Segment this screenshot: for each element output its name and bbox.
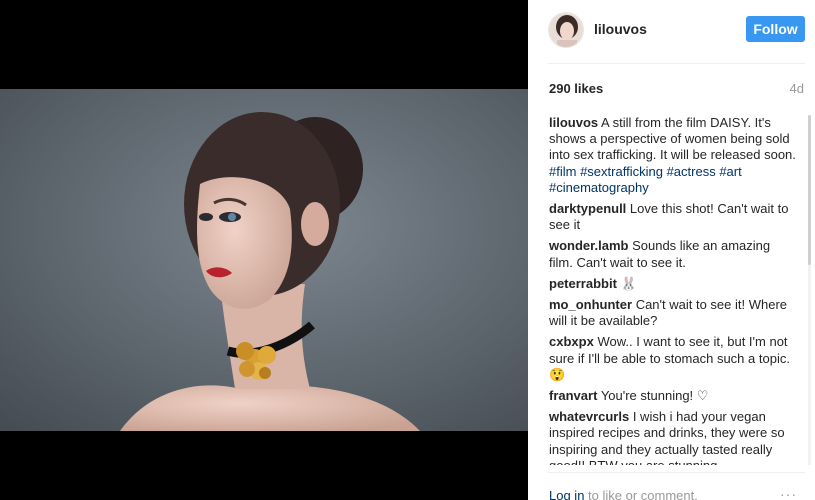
caption: lilouvos A still from the film DAISY. It… (549, 115, 797, 196)
likes-count[interactable]: 290 likes (549, 81, 603, 96)
post-username[interactable]: lilouvos (594, 21, 647, 37)
comment-username[interactable]: cxbxpx (549, 334, 594, 349)
comment-username[interactable]: franvart (549, 388, 597, 403)
portrait-image (0, 89, 528, 431)
login-link[interactable]: Log in (549, 488, 584, 500)
follow-button[interactable]: Follow (746, 16, 805, 42)
login-prompt: Log in to like or comment. (549, 488, 698, 500)
list-item: darktypenull Love this shot! Can't wait … (549, 201, 797, 233)
list-item: franvart You're stunning! ♡ (549, 388, 797, 404)
list-item: mo_onhunter Can't wait to see it! Where … (549, 297, 797, 329)
hashtag[interactable]: #art (719, 164, 741, 179)
avatar[interactable] (548, 12, 584, 48)
avatar-image (549, 13, 583, 47)
divider (548, 472, 805, 473)
divider (548, 63, 805, 64)
more-options-icon[interactable]: ··· (780, 486, 797, 500)
hashtag[interactable]: #cinematography (549, 180, 649, 195)
comment-text: 🐰 (620, 275, 637, 291)
post-age[interactable]: 4d (790, 81, 804, 96)
caption-username[interactable]: lilouvos (549, 115, 598, 130)
list-item: cxbxpx Wow.. I want to see it, but I'm n… (549, 334, 797, 383)
list-item: wonder.lamb Sounds like an amazing film.… (549, 238, 797, 270)
login-prompt-text: to like or comment. (588, 488, 698, 500)
comments-list[interactable]: lilouvos A still from the film DAISY. It… (549, 115, 797, 465)
list-item: peterrabbit 🐰 (549, 276, 797, 292)
comment-username[interactable]: peterrabbit (549, 276, 617, 291)
list-item: whatevrcurls I wish i had your vegan ins… (549, 409, 797, 465)
post-header: lilouvos Follow (528, 0, 815, 62)
comments-scrollbar[interactable] (808, 115, 811, 465)
post-photo[interactable] (0, 89, 528, 431)
comment-username[interactable]: wonder.lamb (549, 238, 628, 253)
comment-username[interactable]: darktypenull (549, 201, 626, 216)
hashtag[interactable]: #actress (667, 164, 716, 179)
scroll-thumb[interactable] (808, 115, 811, 265)
post-sidebar: lilouvos Follow 290 likes 4d lilouvos A … (528, 0, 815, 500)
media-pane (0, 0, 528, 500)
comment-text: You're stunning! ♡ (600, 388, 709, 404)
comment-username[interactable]: mo_onhunter (549, 297, 632, 312)
hashtag[interactable]: #sextrafficking (580, 164, 663, 179)
comment-username[interactable]: whatevrcurls (549, 409, 629, 424)
hashtag[interactable]: #film (549, 164, 576, 179)
